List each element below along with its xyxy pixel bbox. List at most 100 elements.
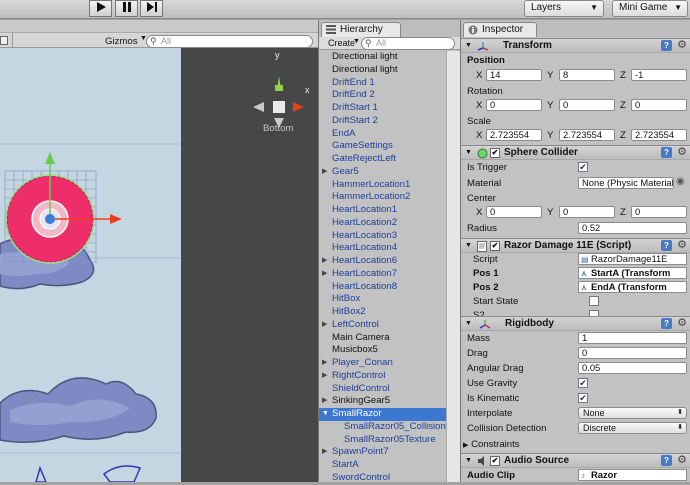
gear-icon[interactable]: ⚙: [677, 146, 687, 159]
hierarchy-item[interactable]: HammerLocation1: [319, 179, 446, 192]
hierarchy-item[interactable]: HeartLocation3: [319, 230, 446, 243]
hierarchy-item[interactable]: HeartLocation1: [319, 204, 446, 217]
position-y-field[interactable]: 8: [559, 69, 615, 81]
hierarchy-item[interactable]: SwordControl: [319, 472, 446, 485]
scene-search-input[interactable]: ⚲ All: [146, 35, 313, 48]
gear-icon[interactable]: ⚙: [677, 317, 687, 330]
hierarchy-item[interactable]: HammerLocation2: [319, 191, 446, 204]
rotation-x-field[interactable]: 0: [486, 99, 542, 111]
hierarchy-item[interactable]: ▶ SpawnPoint7: [319, 446, 446, 459]
hierarchy-search-input[interactable]: ⚲ All: [361, 37, 455, 50]
foldout-open-icon[interactable]: ▼: [322, 408, 329, 421]
hierarchy-item[interactable]: ▶ LeftControl: [319, 319, 446, 332]
gear-icon[interactable]: ⚙: [677, 239, 687, 252]
is-trigger-checkbox[interactable]: ✔: [578, 162, 588, 172]
position-z-field[interactable]: -1: [631, 69, 687, 81]
gear-icon[interactable]: ⚙: [677, 39, 687, 52]
layout-dropdown[interactable]: Mini Game ▼: [612, 0, 688, 17]
transform-header[interactable]: ▼ Transform ? ⚙: [461, 38, 690, 53]
hierarchy-item[interactable]: Main Camera: [319, 332, 446, 345]
rotation-z-field[interactable]: 0: [631, 99, 687, 111]
hierarchy-item[interactable]: SmallRazor05_Collision: [319, 421, 446, 434]
collision-detection-dropdown[interactable]: Discrete ⬍: [578, 422, 687, 434]
foldout-closed-icon[interactable]: ▶: [322, 446, 327, 459]
start-state-checkbox[interactable]: [589, 296, 599, 306]
hierarchy-item[interactable]: ▶ HeartLocation6: [319, 255, 446, 268]
material-field[interactable]: None (Physic Material: [578, 177, 674, 189]
scale-y-field[interactable]: 2.723554: [559, 129, 615, 141]
hierarchy-item[interactable]: HeartLocation8: [319, 281, 446, 294]
position-x-field[interactable]: 14: [486, 69, 542, 81]
hierarchy-item[interactable]: ShieldControl: [319, 383, 446, 396]
tab-hierarchy[interactable]: Hierarchy: [321, 22, 401, 37]
constraints-foldout[interactable]: ▶ Constraints: [463, 439, 520, 450]
layers-dropdown[interactable]: Layers ▼: [524, 0, 604, 17]
center-z-field[interactable]: 0: [631, 206, 687, 218]
script-field[interactable]: ▤ RazorDamage11E: [578, 253, 687, 265]
sphere-collider-header[interactable]: ▼ ✔ Sphere Collider ? ⚙: [461, 145, 690, 160]
hierarchy-item[interactable]: Musicbox5: [319, 344, 446, 357]
hierarchy-item[interactable]: Directional light: [319, 51, 446, 64]
angular-drag-field[interactable]: 0.05: [578, 362, 687, 374]
center-x-field[interactable]: 0: [486, 206, 542, 218]
interpolate-dropdown[interactable]: None ⬍: [578, 407, 687, 419]
pos2-field[interactable]: ⋏ EndA (Transform: [578, 281, 687, 293]
hierarchy-item[interactable]: ▶ SinkingGear5: [319, 395, 446, 408]
help-icon[interactable]: ?: [661, 318, 672, 329]
hierarchy-item[interactable]: ▶ HeartLocation7: [319, 268, 446, 281]
razor-script-enabled-checkbox[interactable]: ✔: [490, 241, 500, 251]
scale-z-field[interactable]: 2.723554: [631, 129, 687, 141]
hierarchy-item[interactable]: StartA: [319, 459, 446, 472]
is-kinematic-checkbox[interactable]: ✔: [578, 393, 588, 403]
hierarchy-item[interactable]: DriftEnd 1: [319, 77, 446, 90]
create-dropdown[interactable]: Create: [328, 38, 355, 48]
object-picker-icon[interactable]: ◉: [676, 176, 685, 187]
hierarchy-item[interactable]: ▶ RightControl: [319, 370, 446, 383]
tab-inspector[interactable]: Inspector: [463, 22, 537, 37]
rotation-y-field[interactable]: 0: [559, 99, 615, 111]
maximize-icon[interactable]: [0, 36, 8, 45]
hierarchy-item[interactable]: HeartLocation4: [319, 242, 446, 255]
hierarchy-item[interactable]: HitBox: [319, 293, 446, 306]
scene-view[interactable]: Gizmos ▼ ⚲ All y x Bottom: [0, 20, 318, 482]
scale-x-field[interactable]: 2.723554: [486, 129, 542, 141]
help-icon[interactable]: ?: [661, 40, 672, 51]
help-icon[interactable]: ?: [661, 455, 672, 466]
use-gravity-checkbox[interactable]: ✔: [578, 378, 588, 388]
help-icon[interactable]: ?: [661, 147, 672, 158]
rigidbody-header[interactable]: ▼ Rigidbody ? ⚙: [461, 316, 690, 331]
hierarchy-item[interactable]: ▶ Player_Conan: [319, 357, 446, 370]
sphere-collider-enabled-checkbox[interactable]: ✔: [490, 148, 500, 158]
hierarchy-item[interactable]: DriftStart 2: [319, 115, 446, 128]
foldout-closed-icon[interactable]: ▶: [322, 319, 327, 332]
mass-field[interactable]: 1: [578, 332, 687, 344]
foldout-closed-icon[interactable]: ▶: [322, 357, 327, 370]
radius-field[interactable]: 0.52: [578, 222, 687, 234]
help-icon[interactable]: ?: [661, 240, 672, 251]
audio-source-header[interactable]: ▼ ✔ Audio Source ? ⚙: [461, 453, 690, 468]
hierarchy-scrollbar[interactable]: [446, 51, 460, 482]
foldout-closed-icon[interactable]: ▶: [322, 395, 327, 408]
gizmos-dropdown[interactable]: Gizmos: [105, 36, 138, 47]
foldout-closed-icon[interactable]: ▶: [322, 370, 327, 383]
hierarchy-item[interactable]: ▼ SmallRazor: [319, 408, 446, 421]
audio-clip-field[interactable]: ♪ Razor: [578, 469, 687, 481]
pause-button[interactable]: [115, 0, 138, 17]
hierarchy-item[interactable]: GameSettings: [319, 140, 446, 153]
hierarchy-item[interactable]: HeartLocation2: [319, 217, 446, 230]
foldout-closed-icon[interactable]: ▶: [322, 166, 327, 179]
hierarchy-item[interactable]: DriftStart 1: [319, 102, 446, 115]
hierarchy-item[interactable]: ▶ Gear5: [319, 166, 446, 179]
hierarchy-item[interactable]: Directional light: [319, 64, 446, 77]
foldout-closed-icon[interactable]: ▶: [322, 255, 327, 268]
foldout-closed-icon[interactable]: ▶: [322, 268, 327, 281]
razor-script-header[interactable]: ▼ ✔ Razor Damage 11E (Script) ? ⚙: [461, 238, 690, 253]
gear-icon[interactable]: ⚙: [677, 454, 687, 467]
hierarchy-item[interactable]: EndA: [319, 128, 446, 141]
audio-source-enabled-checkbox[interactable]: ✔: [490, 456, 500, 466]
play-button[interactable]: [89, 0, 112, 17]
center-y-field[interactable]: 0: [559, 206, 615, 218]
drag-field[interactable]: 0: [578, 347, 687, 359]
scene-canvas[interactable]: [0, 48, 181, 482]
hierarchy-item[interactable]: SmallRazor05Texture: [319, 434, 446, 447]
